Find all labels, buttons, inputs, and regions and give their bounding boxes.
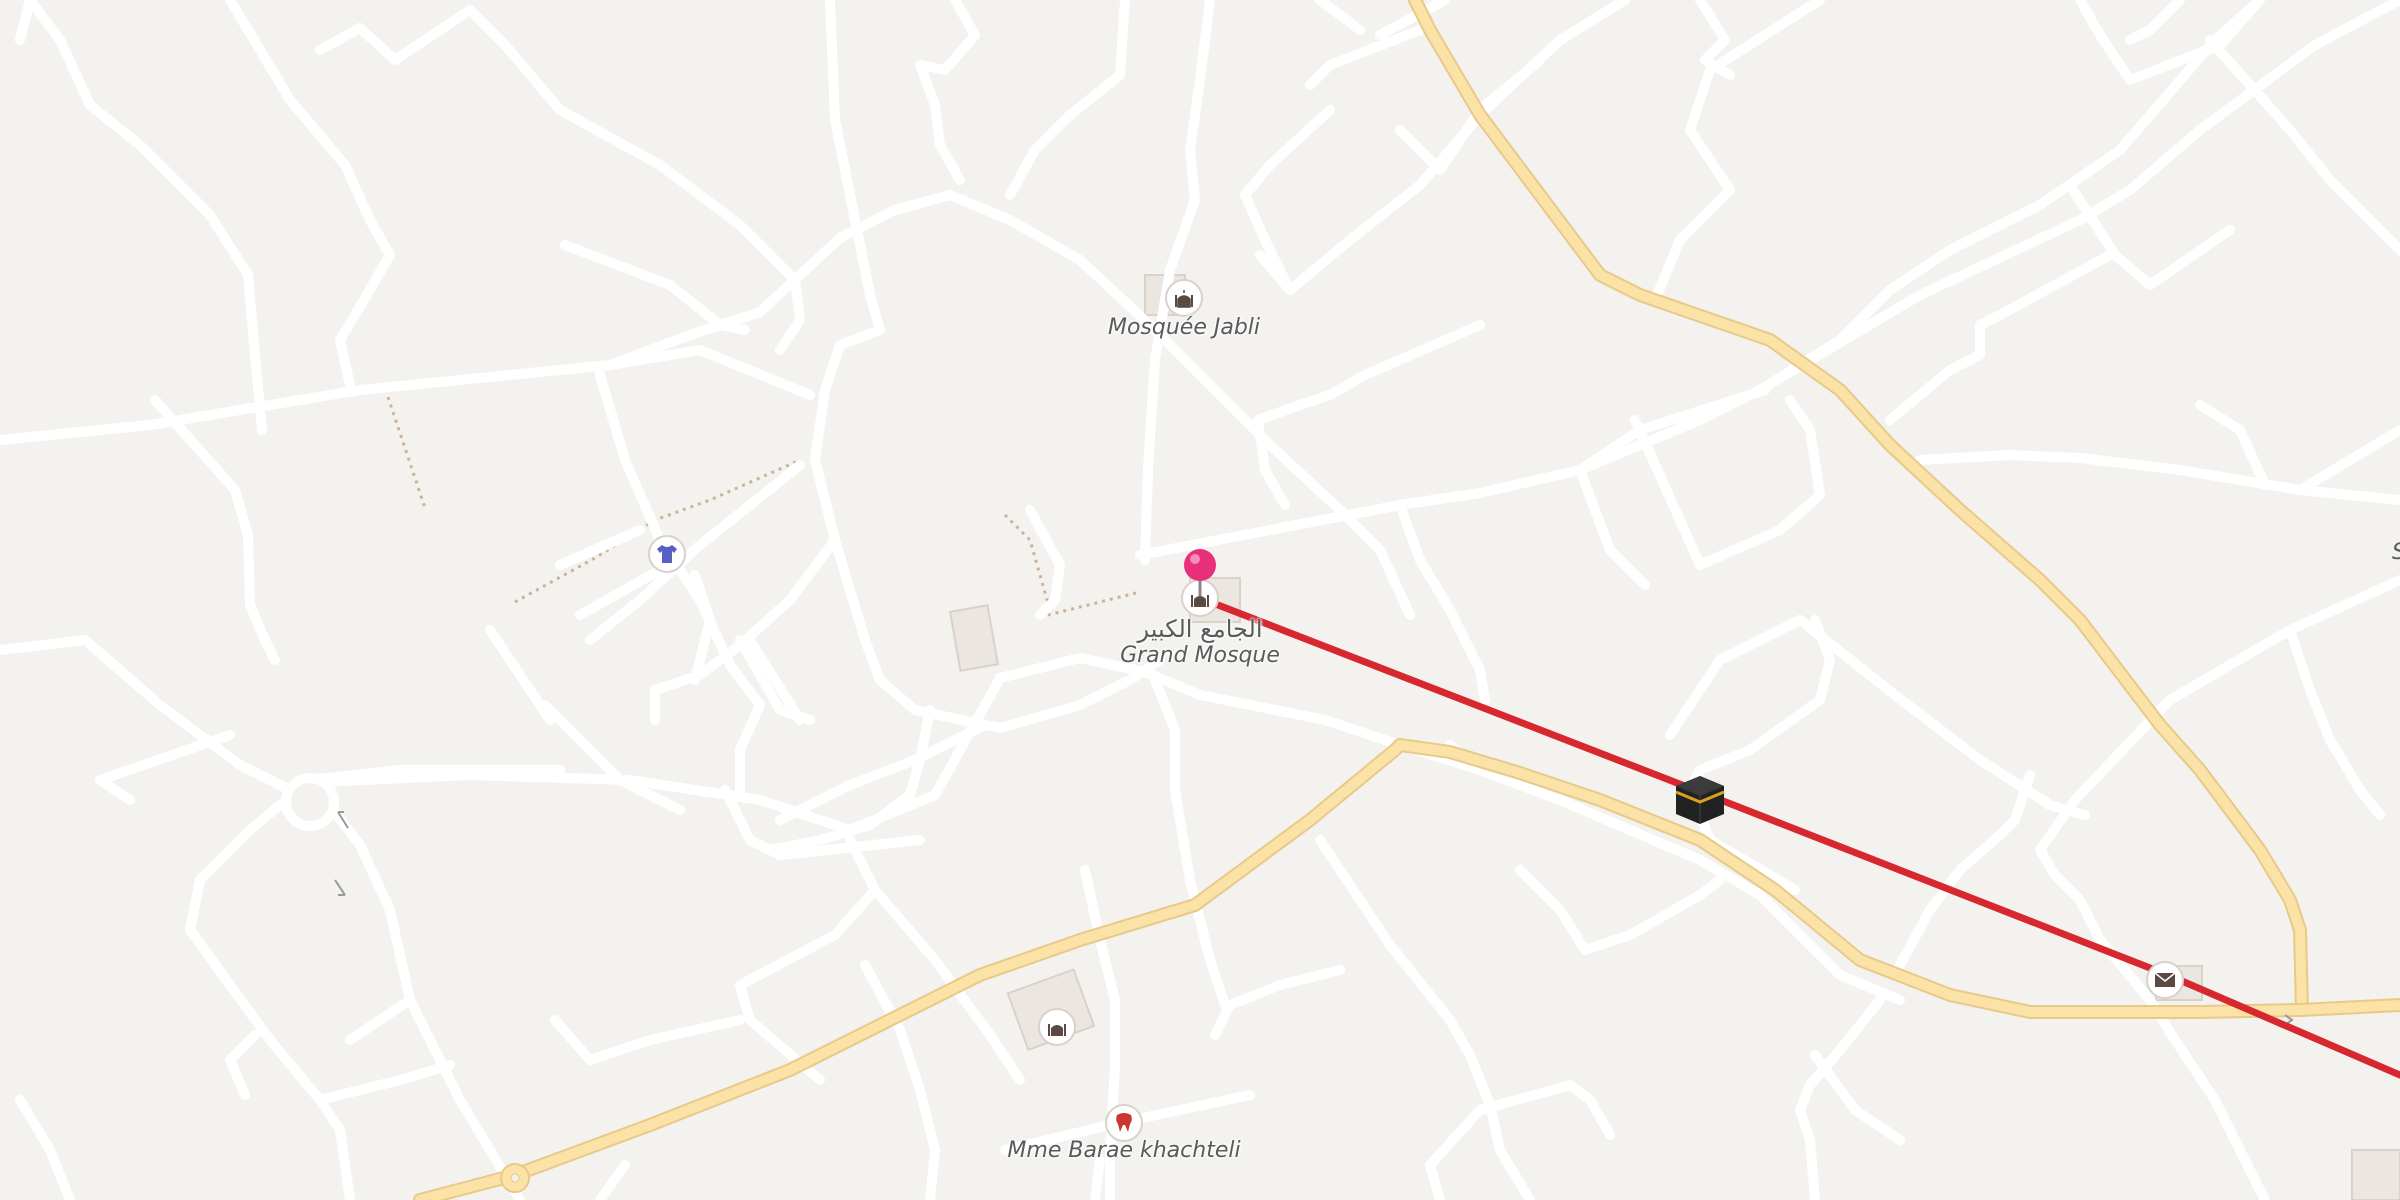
mosque-icon[interactable]: [1165, 279, 1203, 317]
mosque-icon[interactable]: [1038, 1008, 1076, 1046]
one-way-arrows: [334, 811, 2294, 1026]
mosquee-jabli-label: Mosquée Jabli: [1107, 315, 1261, 340]
shirt-icon[interactable]: [648, 535, 686, 573]
grand-mosque-label: Grand Mosque: [1120, 643, 1280, 668]
edge-label-fragment: S: [2392, 540, 2400, 565]
roundabout: [281, 773, 339, 831]
grand-mosque-arabic-label: الجامع الكبير: [1137, 615, 1263, 643]
tooth-icon[interactable]: [1105, 1104, 1143, 1142]
kaaba-icon[interactable]: [1672, 770, 1728, 826]
envelope-icon[interactable]: [2146, 961, 2184, 999]
dentist-label: Mme Barae khachteli: [1007, 1138, 1241, 1163]
location-pin-icon[interactable]: [1182, 548, 1218, 598]
